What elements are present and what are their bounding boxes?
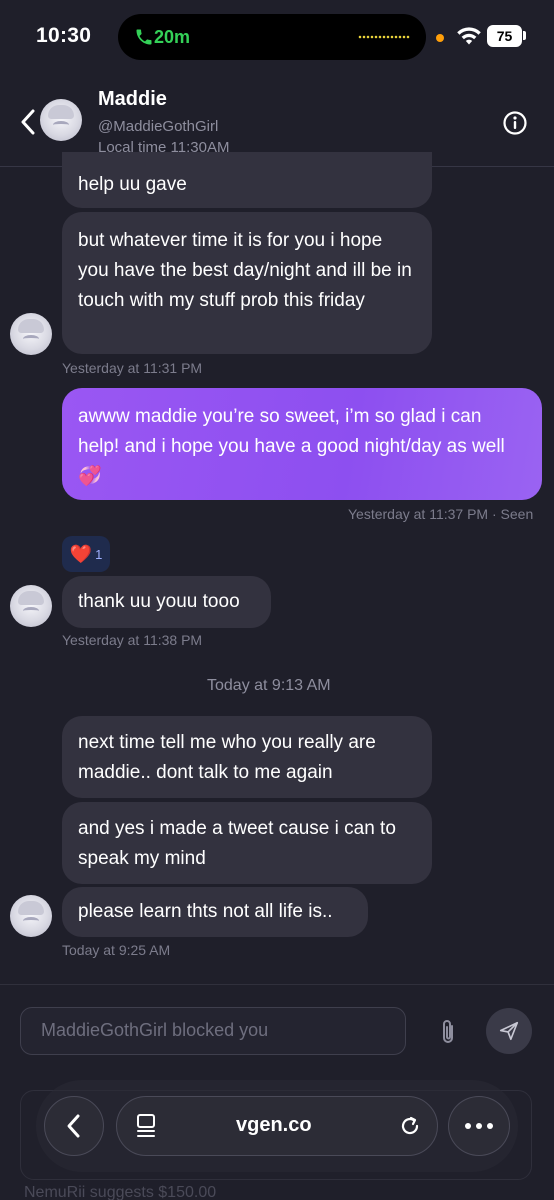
message-bubble-incoming[interactable]: thank uu youu tooo bbox=[62, 576, 271, 628]
info-icon[interactable] bbox=[502, 110, 528, 136]
send-button[interactable] bbox=[486, 1008, 532, 1054]
dot bbox=[487, 1123, 493, 1129]
message-timestamp-seen: Yesterday at 11:37 PM · Seen bbox=[348, 506, 534, 522]
message-bubble-incoming[interactable]: and yes i made a tweet cause i can to sp… bbox=[62, 802, 432, 884]
audio-wave-icon bbox=[358, 35, 410, 39]
composer-divider bbox=[0, 984, 554, 985]
message-bubble-incoming[interactable]: but whatever time it is for you i hope y… bbox=[62, 212, 432, 354]
reaction-count: 1 bbox=[95, 546, 103, 562]
dot bbox=[476, 1123, 482, 1129]
battery-indicator: 75 bbox=[487, 25, 522, 47]
mic-indicator-icon bbox=[436, 34, 444, 42]
phone-icon bbox=[136, 29, 152, 45]
reload-icon[interactable] bbox=[398, 1114, 422, 1138]
send-icon bbox=[499, 1021, 519, 1041]
message-bubble-incoming[interactable]: next time tell me who you really are mad… bbox=[62, 716, 432, 798]
message-bubble-incoming[interactable]: help uu gave bbox=[62, 152, 432, 208]
wifi-icon bbox=[457, 27, 481, 45]
sender-avatar[interactable] bbox=[10, 895, 52, 937]
status-time: 10:30 bbox=[36, 24, 92, 47]
paperclip-icon[interactable] bbox=[438, 1018, 458, 1046]
browser-url[interactable]: vgen.co bbox=[236, 1114, 312, 1137]
contact-name[interactable]: Maddie bbox=[98, 88, 167, 111]
message-bubble-incoming[interactable]: please learn thts not all life is.. bbox=[62, 887, 368, 937]
message-timestamp: Yesterday at 11:31 PM bbox=[62, 360, 203, 376]
browser-back-button[interactable] bbox=[44, 1096, 104, 1156]
chevron-left-icon bbox=[67, 1114, 80, 1138]
message-timestamp: Yesterday at 11:38 PM bbox=[62, 632, 203, 648]
browser-more-button[interactable] bbox=[448, 1096, 510, 1156]
contact-handle: @MaddieGothGirl bbox=[98, 118, 219, 135]
sender-avatar[interactable] bbox=[10, 585, 52, 627]
message-input-disabled: MaddieGothGirl blocked you bbox=[20, 1007, 406, 1055]
call-duration: 20m bbox=[154, 27, 191, 47]
message-timestamp: Today at 9:25 AM bbox=[62, 942, 171, 958]
back-chevron-icon[interactable] bbox=[18, 108, 38, 136]
day-divider: Today at 9:13 AM bbox=[207, 677, 331, 694]
battery-tip bbox=[523, 31, 526, 40]
reaction-badge[interactable]: ❤️ 1 bbox=[62, 536, 110, 572]
contact-avatar[interactable] bbox=[40, 99, 82, 141]
page-menu-icon[interactable] bbox=[136, 1113, 158, 1139]
heart-reaction-icon: ❤️ bbox=[69, 543, 93, 564]
message-bubble-outgoing[interactable]: awww maddie you’re so sweet, i’m so glad… bbox=[62, 388, 542, 500]
sender-avatar[interactable] bbox=[10, 313, 52, 355]
dot bbox=[465, 1123, 471, 1129]
suggestion-text: NemuRii suggests $150.00 bbox=[24, 1184, 217, 1200]
